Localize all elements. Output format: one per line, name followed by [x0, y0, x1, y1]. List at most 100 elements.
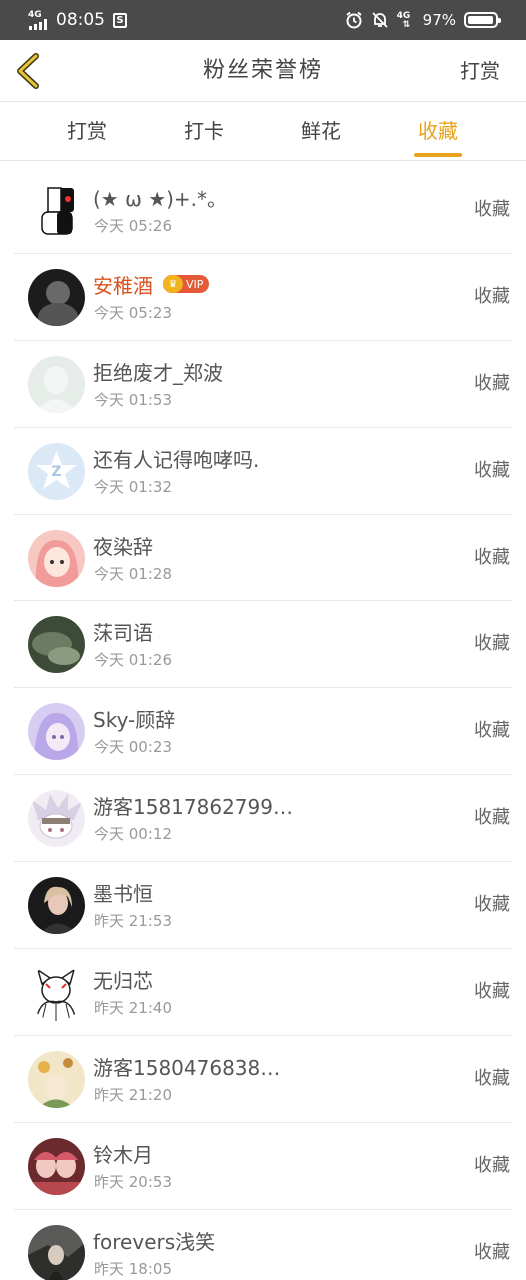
avatar[interactable] — [28, 268, 85, 326]
crown-icon: ♛ — [163, 275, 183, 294]
list-item[interactable]: 墨书恒昨天 21:53 收藏 — [14, 862, 512, 950]
status-left: 4G 08:05 S — [28, 0, 127, 40]
timestamp: 昨天 21:40 — [94, 999, 172, 1018]
user-name[interactable]: 墨书恒 — [93, 878, 153, 907]
battery-icon — [464, 12, 501, 28]
user-name[interactable]: 拒绝废才_郑波 — [93, 357, 223, 386]
alarm-icon — [346, 11, 362, 29]
avatar[interactable] — [28, 877, 85, 935]
tab-flowers[interactable]: 鲜花 — [281, 103, 361, 161]
user-name-text: 墨书恒 — [93, 882, 153, 907]
avatar[interactable] — [28, 703, 85, 761]
avatar[interactable] — [28, 964, 85, 1022]
user-name[interactable]: 铃木月 — [93, 1139, 153, 1168]
avatar[interactable] — [28, 790, 85, 848]
action-label: 收藏 — [474, 1067, 510, 1089]
user-name[interactable]: 无归芯 — [93, 965, 153, 994]
user-name-text: 无归芯 — [93, 969, 153, 994]
notification-icon: S — [113, 12, 127, 28]
user-name-text: Sky-顾辞 — [93, 708, 176, 733]
user-name-text: 游客1580476838… — [93, 1055, 281, 1080]
timestamp: 今天 01:32 — [94, 477, 172, 496]
user-name-text: 莯司语 — [93, 621, 153, 646]
title-bar: 粉丝荣誉榜 打赏 — [0, 40, 526, 102]
mute-icon — [372, 12, 388, 28]
list-item[interactable]: 安稚酒 ♛ VIP 今天 05:23 收藏 — [14, 254, 512, 341]
svg-text:Z: Z — [51, 464, 61, 480]
vip-label: VIP — [186, 277, 204, 291]
action-label: 收藏 — [474, 546, 510, 568]
timestamp: 今天 05:23 — [94, 303, 172, 322]
action-label: 收藏 — [474, 633, 510, 655]
avatar[interactable] — [28, 1050, 85, 1108]
timestamp: 昨天 21:53 — [94, 912, 172, 931]
user-name[interactable]: (★ ω ★)+.*。 — [93, 183, 227, 212]
user-name-text: (★ ω ★)+.*。 — [93, 187, 228, 211]
user-name[interactable]: 夜染辞 — [93, 531, 153, 560]
timestamp: 今天 00:23 — [94, 738, 172, 757]
tab-label: 打赏 — [67, 119, 107, 143]
list-item[interactable]: 铃木月昨天 20:53 收藏 — [14, 1123, 512, 1210]
mobile-data-icon: 4G ⇅ — [396, 11, 411, 30]
action-label: 收藏 — [474, 1154, 510, 1176]
action-label: 收藏 — [474, 807, 510, 829]
avatar[interactable] — [28, 529, 85, 587]
action-label: 收藏 — [474, 894, 510, 916]
user-name-text: 夜染辞 — [93, 534, 153, 559]
timestamp: 昨天 18:05 — [94, 1259, 172, 1278]
battery-percent: 97% — [422, 11, 456, 29]
user-name-text: forevers浅笑 — [93, 1229, 216, 1254]
user-name-text: 游客15817862799… — [93, 795, 293, 820]
list-item[interactable]: Sky-顾辞今天 00:23 收藏 — [14, 688, 512, 776]
user-name[interactable]: 莯司语 — [93, 617, 153, 646]
tab-label: 打卡 — [184, 119, 224, 143]
reward-button[interactable]: 打赏 — [460, 40, 500, 102]
avatar[interactable] — [28, 1224, 85, 1280]
page-title: 粉丝荣誉榜 — [202, 58, 323, 83]
avatar[interactable] — [28, 182, 85, 239]
avatar[interactable] — [28, 355, 85, 413]
user-name[interactable]: Sky-顾辞 — [93, 704, 175, 733]
battery-fill — [468, 16, 494, 24]
list-item[interactable]: 游客15817862799… 今天 00:12 收藏 — [14, 775, 512, 863]
tab-favorites[interactable]: 收藏 — [398, 103, 478, 161]
action-label: 收藏 — [474, 720, 510, 742]
tab-underline — [414, 153, 462, 157]
action-label: 收藏 — [474, 459, 510, 481]
timestamp: 今天 01:28 — [94, 564, 172, 583]
user-name-text: 还有人记得咆哮吗. — [93, 447, 260, 472]
avatar[interactable]: Z — [28, 442, 85, 500]
user-name[interactable]: 安稚酒 ♛ VIP — [93, 270, 210, 299]
fan-list: (★ ω ★)+.*。 今天 05:26 收藏 安稚酒 ♛ VIP 今天 05:23 收藏 拒绝… — [0, 167, 526, 1280]
user-name-text: 拒绝废才_郑波 — [93, 360, 223, 385]
list-item[interactable]: (★ ω ★)+.*。 今天 05:26 收藏 — [14, 167, 512, 254]
timestamp: 今天 01:53 — [94, 390, 172, 409]
user-name[interactable]: forevers浅笑 — [93, 1226, 215, 1255]
status-bar: 4G 08:05 S 4G ⇅ 97% — [0, 0, 526, 40]
action-label: 收藏 — [474, 981, 510, 1003]
list-item[interactable]: Z 还有人记得咆哮吗. 今天 01:32 收藏 — [14, 428, 512, 515]
list-item[interactable]: 莯司语今天 01:26 收藏 — [14, 601, 512, 689]
timestamp: 今天 00:12 — [94, 825, 172, 844]
tab-checkin[interactable]: 打卡 — [164, 103, 244, 161]
avatar[interactable] — [28, 1137, 85, 1195]
list-item[interactable]: 拒绝废才_郑波 今天 01:53 收藏 — [14, 341, 512, 428]
avatar[interactable] — [28, 616, 85, 674]
timestamp: 今天 05:26 — [94, 217, 172, 235]
list-item[interactable]: forevers浅笑昨天 18:05 收藏 — [14, 1210, 512, 1280]
action-label: 收藏 — [474, 1241, 510, 1263]
timestamp: 昨天 20:53 — [94, 1172, 172, 1191]
list-item[interactable]: 游客1580476838… 昨天 21:20 收藏 — [14, 1036, 512, 1123]
user-name[interactable]: 游客1580476838… — [93, 1052, 280, 1081]
user-name[interactable]: 游客15817862799… — [93, 791, 293, 820]
user-name-text: 安稚酒 — [93, 273, 153, 298]
vip-badge: ♛ VIP — [163, 275, 210, 294]
list-item[interactable]: 夜染辞今天 01:28 收藏 — [14, 515, 512, 602]
list-item[interactable]: 无归芯昨天 21:40 收藏 — [14, 949, 512, 1036]
action-label: 收藏 — [474, 285, 510, 307]
user-name[interactable]: 还有人记得咆哮吗. — [93, 444, 259, 473]
tab-reward[interactable]: 打赏 — [47, 103, 127, 161]
status-right: 4G ⇅ 97% — [345, 0, 501, 40]
timestamp: 今天 01:26 — [94, 651, 172, 670]
tab-bar: 打赏 打卡 鲜花 收藏 — [0, 103, 526, 161]
